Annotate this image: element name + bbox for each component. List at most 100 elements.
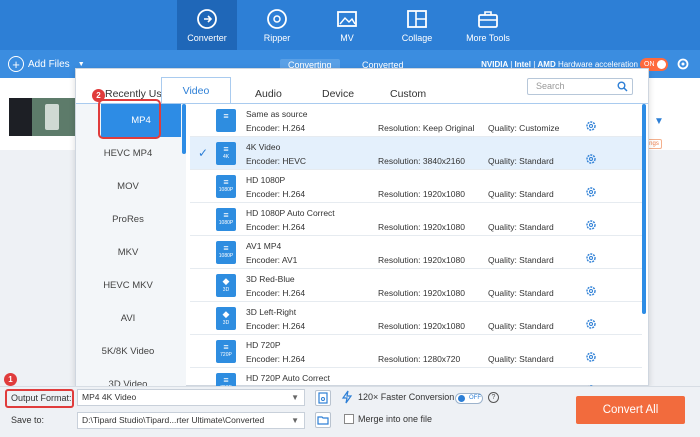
film-icon: ◆ <box>222 276 230 286</box>
preset-encoder: Encoder: H.264 <box>246 321 306 331</box>
format-prores[interactable]: ProRes <box>76 203 180 236</box>
save-to-select[interactable]: D:\Tipard Studio\Tipard...rter Ultimate\… <box>77 412 305 429</box>
converter-icon <box>197 9 217 29</box>
preset-quality: Quality: Standard <box>488 255 554 265</box>
tool-ripper[interactable]: Ripper <box>248 0 306 50</box>
preset-title: 3D Red-Blue <box>246 274 295 284</box>
tab-video[interactable]: Video <box>161 77 231 104</box>
preset-list-scrollbar[interactable] <box>642 104 646 314</box>
film-icon: ≡ <box>223 342 229 352</box>
output-settings-button[interactable] <box>315 390 331 406</box>
tab-device[interactable]: Device <box>322 88 354 100</box>
preset-resolution: Resolution: 1280x720 <box>378 354 461 364</box>
format-search-input[interactable]: Search <box>527 78 633 95</box>
preset-title: HD 1080P Auto Correct <box>246 208 335 218</box>
help-icon[interactable]: ? <box>488 392 499 403</box>
tool-collage[interactable]: Collage <box>388 0 446 50</box>
preset-title: HD 720P <box>246 340 281 350</box>
tool-ripper-label: Ripper <box>263 33 291 43</box>
preset-row[interactable]: ≡ 720P HD 720P Encoder: H.264 Resolution: 12… <box>190 335 642 368</box>
gear-icon[interactable] <box>585 318 597 330</box>
preset-row[interactable]: ◆ 3D 3D Left-Right Encoder: H.264 Resolution… <box>190 302 642 335</box>
film-icon: ≡ <box>223 243 229 253</box>
format-hevc-mkv[interactable]: HEVC MKV <box>76 269 180 302</box>
output-format-label: Output Format: <box>5 389 74 408</box>
output-format-select[interactable]: MP4 4K Video ▼ <box>77 389 305 406</box>
preset-encoder: Encoder: H.264 <box>246 354 306 364</box>
gear-icon[interactable] <box>585 285 597 297</box>
preset-row[interactable]: ≡ 1080P HD 1080P Auto Correct Encoder: H.26… <box>190 203 642 236</box>
preset-quality: Quality: Standard <box>488 189 554 199</box>
tab-audio[interactable]: Audio <box>255 88 282 100</box>
ripper-icon <box>267 9 287 29</box>
search-placeholder: Search <box>536 81 565 91</box>
film-icon: ≡ <box>223 375 229 385</box>
video-format-icon: ≡ 4K <box>216 142 236 165</box>
merge-checkbox[interactable] <box>344 414 354 424</box>
settings-gear-icon[interactable] <box>676 57 690 71</box>
preset-row[interactable]: ≡ 1080P HD 1080P Encoder: H.264 Resolution: … <box>190 170 642 203</box>
annotation-step-badge: 1 <box>4 373 17 386</box>
preset-resolution: Resolution: 1920x1080 <box>378 255 465 265</box>
preset-title: HD 1080P <box>246 175 286 185</box>
preset-quality: Quality: Customize <box>488 123 560 133</box>
tool-mv-label: MV <box>340 33 354 43</box>
format-mov[interactable]: MOV <box>76 170 180 203</box>
preset-row[interactable]: ≡ Same as source Encoder: H.264 Resolution:… <box>190 104 642 137</box>
gear-icon[interactable] <box>585 219 597 231</box>
save-to-value: D:\Tipard Studio\Tipard...rter Ultimate\… <box>82 415 265 425</box>
preset-encoder: Encoder: H.264 <box>246 222 306 232</box>
video-format-icon: ≡ <box>216 109 236 132</box>
preset-title: 3D Left-Right <box>246 307 297 317</box>
tool-converter[interactable]: Converter <box>177 0 237 50</box>
preset-quality: Quality: Standard <box>488 288 554 298</box>
chevron-down-icon: ▼ <box>291 393 299 402</box>
convert-all-button[interactable]: Convert All <box>576 396 685 424</box>
tab-custom[interactable]: Custom <box>390 88 426 100</box>
video-format-icon: ≡ 1080P <box>216 175 236 198</box>
gear-icon[interactable] <box>585 153 597 165</box>
preset-quality: Quality: Standard <box>488 222 554 232</box>
preset-title: AV1 MP4 <box>246 241 282 251</box>
gear-icon[interactable] <box>585 120 597 132</box>
format-hevc-mp4[interactable]: HEVC MP4 <box>76 137 180 170</box>
checkmark-icon: ✓ <box>198 146 209 160</box>
search-icon[interactable] <box>617 81 628 92</box>
preset-encoder: Encoder: AV1 <box>246 255 298 265</box>
gear-icon[interactable] <box>585 186 597 198</box>
format-mkv[interactable]: MKV <box>76 236 180 269</box>
open-folder-button[interactable] <box>315 412 331 428</box>
format-avi[interactable]: AVI <box>76 302 180 335</box>
format-list-scrollbar[interactable] <box>182 104 186 154</box>
mv-icon <box>337 11 357 27</box>
add-files-button[interactable]: + Add Files ▼ <box>8 55 85 73</box>
tool-more-tools[interactable]: More Tools <box>459 0 517 50</box>
video-format-icon: ≡ 1080P <box>216 208 236 231</box>
preset-row[interactable]: ✓ ≡ 4K 4K Video Encoder: HEVC Resolution: 384… <box>190 137 642 170</box>
preset-resolution: Resolution: Keep Original <box>378 123 475 133</box>
preset-row[interactable]: ◆ 3D 3D Red-Blue Encoder: H.264 Resolution: … <box>190 269 642 302</box>
format-3d-video[interactable]: 3D Video <box>76 368 180 386</box>
preset-quality: Quality: Standard <box>488 321 554 331</box>
faster-conversion-toggle[interactable]: OFF <box>455 393 483 404</box>
format-tag: 1080P <box>218 220 234 226</box>
video-format-icon: ◆ 3D <box>216 274 236 297</box>
chevron-down-icon[interactable]: ▼ <box>78 61 85 68</box>
gear-icon[interactable] <box>585 351 597 363</box>
preset-row[interactable]: ≡ 1080P AV1 MP4 Encoder: AV1 Resolution: 192… <box>190 236 642 269</box>
chevron-down-icon[interactable]: ▼ <box>654 116 664 127</box>
format-5k-8k-video[interactable]: 5K/8K Video <box>76 335 180 368</box>
add-files-label: Add Files <box>28 58 70 70</box>
merge-label: Merge into one file <box>358 414 433 424</box>
top-toolbar: Converter Ripper MV Collage More Tools <box>0 0 700 50</box>
format-selection-panel: Recently Used Video Audio Device Custom … <box>75 68 649 386</box>
gear-icon[interactable] <box>585 252 597 264</box>
preset-resolution: Resolution: 1920x1080 <box>378 189 465 199</box>
merge-option[interactable]: Merge into one file <box>344 414 432 424</box>
preset-row[interactable]: ≡720PHD 720P Auto CorrectEncoder: H.264R… <box>190 368 642 386</box>
film-icon: ◆ <box>222 309 230 319</box>
video-thumbnail[interactable] <box>9 98 75 136</box>
format-tag: 1080P <box>218 187 234 193</box>
preset-quality: Quality: Standard <box>488 156 554 166</box>
tool-mv[interactable]: MV <box>318 0 376 50</box>
